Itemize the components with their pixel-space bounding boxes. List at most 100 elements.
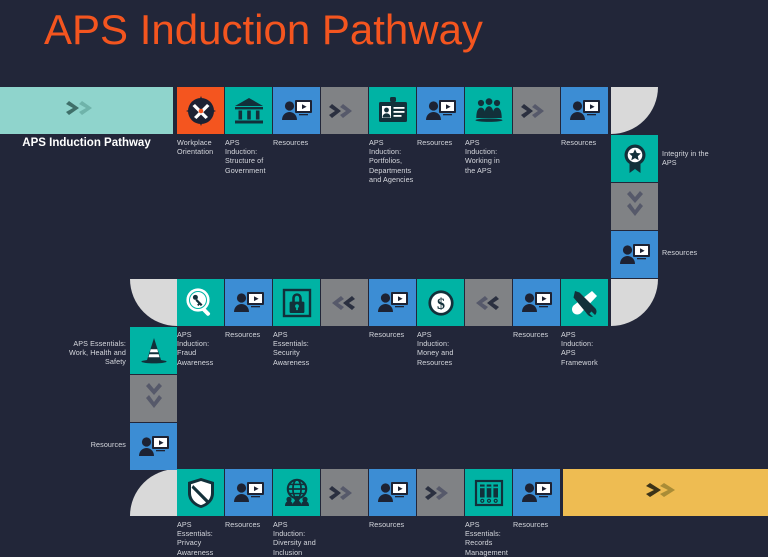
presenter-screen-icon [377,291,408,312]
double-chevron-right-icon [328,485,352,500]
double-chevron-down-icon [145,382,162,408]
tile-arrow-r2a [321,279,368,326]
magnifier-key-icon [185,287,210,316]
label-resources-r2b: Resources [369,330,405,339]
presenter-screen-icon [377,481,408,502]
tile-resources-r1b[interactable] [417,87,464,134]
presenter-screen-icon [138,435,169,456]
award-ribbon-icon [624,144,645,173]
label-resources-r2d: Resources [90,440,126,449]
label-resources-r3c: Resources [513,520,549,529]
end-banner[interactable] [563,469,768,516]
tile-resources-r3a[interactable] [225,469,272,516]
presenter-screen-icon [233,481,264,502]
bank-icon [234,97,263,123]
corner-r1-right [611,87,658,134]
tile-diversity-and-inclusion[interactable] [273,469,320,516]
label-resources-r3a: Resources [225,520,261,529]
tile-portfolios-departments[interactable] [369,87,416,134]
presenter-screen-icon [569,99,600,120]
double-chevron-right-icon [65,98,109,123]
tile-arrow-r2b [465,279,512,326]
tile-work-health-and-safety[interactable] [130,327,177,374]
tile-fraud-awareness[interactable] [177,279,224,326]
tile-arrow-down-r1 [611,183,658,230]
corner-r3-left [130,469,177,516]
compass-icon [185,95,216,126]
svg-text:$: $ [437,296,445,313]
label-portfolios-departments: APS Induction: Portfolios, Departments a… [369,138,414,184]
tile-resources-r1d[interactable] [611,231,658,278]
label-work-health-and-safety: APS Essentials: Work, Health and Safety [69,339,126,367]
tile-structure-of-government[interactable] [225,87,272,134]
tile-arrow-down-r2 [130,375,177,422]
people-group-icon [475,97,502,122]
double-chevron-right-icon [328,103,352,118]
tile-arrow-r3a [321,469,368,516]
presenter-screen-icon [281,99,312,120]
tile-resources-r2a[interactable] [225,279,272,326]
dollar-coin-icon: $ [427,289,454,316]
double-chevron-left-icon [331,295,355,310]
label-aps-framework: APS Induction: APS Framework [561,330,598,367]
double-chevron-left-icon [475,295,499,310]
traffic-cone-icon [140,337,167,363]
label-structure-of-government: APS Induction: Structure of Government [225,138,266,175]
presenter-screen-icon [619,243,650,264]
double-chevron-right-icon [644,479,688,506]
tile-resources-r2c[interactable] [513,279,560,326]
corner-r2-right [611,279,658,326]
padlock-icon [282,288,311,317]
label-workplace-orientation: Workplace Orientation [177,138,214,157]
corner-r2-left [130,279,177,326]
label-records-management: APS Essentials: Records Management [465,520,508,557]
presenter-screen-icon [521,481,552,502]
label-resources-r1d: Resources [662,248,698,257]
tile-arrow-r3b [417,469,464,516]
label-diversity-and-inclusion: APS Induction: Diversity and Inclusion [273,520,316,557]
label-resources-r2c: Resources [513,330,549,339]
tile-working-in-the-aps[interactable] [465,87,512,134]
pathway-diagram: APS Induction Pathway APS Induction Path… [0,0,768,557]
tile-arrow-r1a [321,87,368,134]
start-banner[interactable] [0,87,173,134]
tile-aps-framework[interactable] [561,279,608,326]
id-badge-icon [378,97,407,122]
page-title: APS Induction Pathway [44,6,483,53]
label-resources-r1b: Resources [417,138,453,147]
double-chevron-down-icon [626,190,643,216]
tile-resources-r1c[interactable] [561,87,608,134]
double-chevron-right-icon [424,485,448,500]
label-resources-r3b: Resources [369,520,405,529]
tile-workplace-orientation[interactable] [177,87,224,134]
tile-resources-r2b[interactable] [369,279,416,326]
label-security-awareness: APS Essentials: Security Awareness [273,330,310,367]
label-resources-r2a: Resources [225,330,261,339]
tile-resources-r2d[interactable] [130,423,177,470]
tile-resources-r3c[interactable] [513,469,560,516]
tile-security-awareness[interactable] [273,279,320,326]
presenter-screen-icon [521,291,552,312]
presenter-screen-icon [425,99,456,120]
label-integrity-in-the-aps: Integrity in the APS [662,149,709,168]
privacy-shield-icon [187,477,214,508]
label-working-in-the-aps: APS Induction: Working in the APS [465,138,500,175]
globe-people-icon [284,478,309,506]
label-resources-r1c: Resources [561,138,597,147]
tile-arrow-r1b [513,87,560,134]
tile-money-and-resources[interactable]: $ [417,279,464,326]
label-resources-r1a: Resources [273,138,309,147]
tools-icon [571,290,597,317]
presenter-screen-icon [233,291,264,312]
tile-resources-r3b[interactable] [369,469,416,516]
tile-privacy-awareness[interactable] [177,469,224,516]
start-banner-label: APS Induction Pathway [22,137,151,149]
double-chevron-right-icon [520,103,544,118]
binders-icon [474,479,503,506]
tile-integrity-in-the-aps[interactable] [611,135,658,182]
label-fraud-awareness: APS Induction: Fraud Awareness [177,330,214,367]
label-privacy-awareness: APS Essentials: Privacy Awareness [177,520,214,557]
tile-records-management[interactable] [465,469,512,516]
tile-resources-r1a[interactable] [273,87,320,134]
label-money-and-resources: APS Induction: Money and Resources [417,330,454,367]
